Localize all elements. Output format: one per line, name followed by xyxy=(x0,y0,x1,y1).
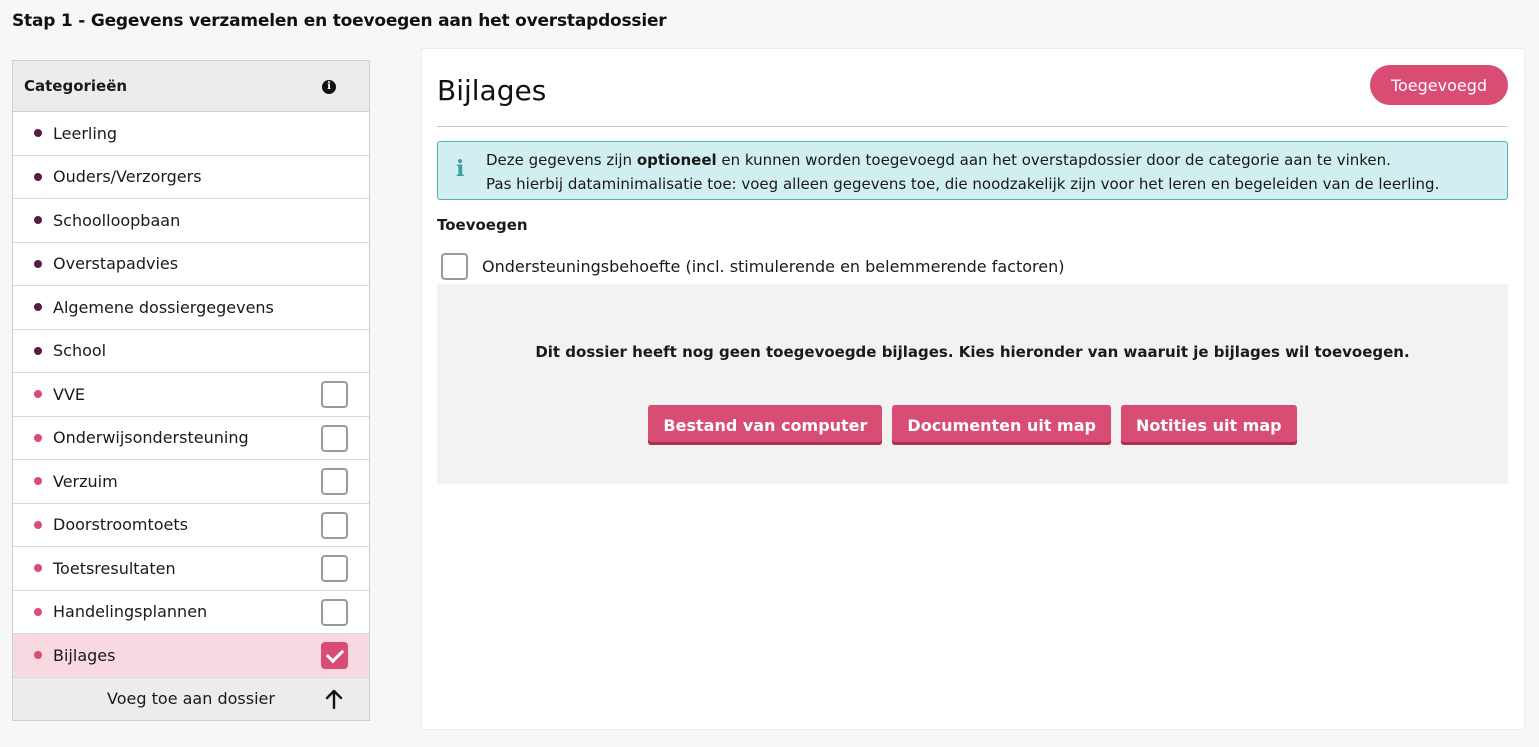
add-to-dossier-label: Voeg toe aan dossier xyxy=(107,689,275,708)
sidebar-item-vve[interactable]: VVE xyxy=(13,373,369,417)
bullet-icon xyxy=(34,607,42,616)
sidebar-list: Leerling Ouders/Verzorgers Schoolloopbaan O… xyxy=(13,112,369,678)
category-checkbox[interactable] xyxy=(321,511,348,539)
sidebar-item-onderwijsondersteuning[interactable]: Onderwijsondersteuning xyxy=(13,417,369,460)
sidebar-item-label: Doorstroomtoets xyxy=(53,515,188,535)
support-needs-option[interactable]: Ondersteuningsbehoefte (incl. stimuleren… xyxy=(441,251,1064,281)
sidebar-item-school[interactable]: School xyxy=(13,330,369,373)
section-title: Bijlages xyxy=(437,74,547,107)
bullet-icon xyxy=(34,216,42,225)
info-icon[interactable]: i xyxy=(322,80,336,94)
documents-from-folder-button[interactable]: Documenten uit map xyxy=(892,405,1111,445)
bullet-icon xyxy=(34,520,42,529)
category-checkbox[interactable] xyxy=(321,381,348,409)
sidebar-header: Categorieën i xyxy=(13,61,369,112)
sidebar-item-label: Overstapadvies xyxy=(53,254,179,274)
sidebar-item-ouders-verzorgers[interactable]: Ouders/Verzorgers xyxy=(13,156,369,199)
sidebar-item-algemene-dossiergegevens[interactable]: Algemene dossiergegevens xyxy=(13,286,369,330)
sidebar-item-label: Bijlages xyxy=(53,645,116,665)
sidebar-item-handelingsplannen[interactable]: Handelingsplannen xyxy=(13,591,369,634)
add-to-dossier-button[interactable]: Voeg toe aan dossier xyxy=(13,677,369,720)
sidebar-item-label: Ouders/Verzorgers xyxy=(53,167,202,187)
bullet-icon xyxy=(34,651,42,660)
category-sidebar: Categorieën i Leerling Ouders/Verzorgers S… xyxy=(12,60,370,721)
sidebar-item-label: Toetsresultaten xyxy=(53,558,176,578)
sidebar-item-overstapadvies[interactable]: Overstapadvies xyxy=(13,243,369,286)
info-icon: i xyxy=(456,156,465,182)
sidebar-item-label: Verzuim xyxy=(53,471,118,491)
attachment-source-buttons: Bestand van computer Documenten uit map … xyxy=(437,405,1508,445)
sidebar-item-label: Onderwijsondersteuning xyxy=(53,428,249,448)
bullet-icon xyxy=(34,172,42,181)
support-needs-checkbox[interactable] xyxy=(441,252,468,280)
sidebar-item-doorstroomtoets[interactable]: Doorstroomtoets xyxy=(13,504,369,547)
bullet-icon xyxy=(34,346,42,355)
info-line-2: Pas hierbij dataminimalisatie toe: voeg … xyxy=(486,175,1440,193)
sidebar-item-label: Leerling xyxy=(53,123,118,143)
sidebar-item-label: Schoolloopbaan xyxy=(53,210,181,230)
bullet-icon xyxy=(34,477,42,486)
support-needs-label: Ondersteuningsbehoefte (incl. stimuleren… xyxy=(482,256,1065,276)
bullet-icon xyxy=(34,303,42,312)
added-status-button[interactable]: Toegevoegd xyxy=(1370,65,1508,105)
category-checkbox[interactable] xyxy=(321,598,348,626)
sidebar-header-label: Categorieën xyxy=(24,77,128,95)
category-checkbox[interactable] xyxy=(321,468,348,496)
category-checkbox[interactable] xyxy=(321,555,348,583)
divider xyxy=(437,126,1508,127)
sidebar-item-toetsresultaten[interactable]: Toetsresultaten xyxy=(13,547,369,591)
sidebar-item-label: School xyxy=(53,341,107,361)
page-title: Stap 1 - Gegevens verzamelen en toevoege… xyxy=(12,11,667,31)
sidebar-item-schoolloopbaan[interactable]: Schoolloopbaan xyxy=(13,199,369,243)
attachments-empty-state: Dit dossier heeft nog geen toegevoegde b… xyxy=(437,284,1508,484)
info-line-1: Deze gegevens zijn optioneel en kunnen w… xyxy=(486,151,1391,169)
category-checkbox[interactable] xyxy=(321,642,348,670)
bullet-icon xyxy=(34,564,42,573)
bullet-icon xyxy=(34,129,42,138)
sidebar-item-verzuim[interactable]: Verzuim xyxy=(13,460,369,504)
main-panel: Bijlages Toegevoegd i Deze gegevens zijn… xyxy=(421,48,1525,730)
category-checkbox[interactable] xyxy=(321,424,348,452)
bullet-icon xyxy=(34,390,42,399)
bullet-icon xyxy=(34,259,42,268)
arrow-up-icon xyxy=(325,689,343,709)
notes-from-folder-button[interactable]: Notities uit map xyxy=(1120,405,1297,445)
sidebar-item-bijlages[interactable]: Bijlages xyxy=(13,634,369,678)
empty-message: Dit dossier heeft nog geen toegevoegde b… xyxy=(535,343,1410,361)
sidebar-item-label: Algemene dossiergegevens xyxy=(53,297,274,317)
info-box: i Deze gegevens zijn optioneel en kunnen… xyxy=(437,141,1508,200)
add-section-label: Toevoegen xyxy=(437,216,528,234)
sidebar-item-leerling[interactable]: Leerling xyxy=(13,112,369,156)
bullet-icon xyxy=(34,433,42,442)
sidebar-item-label: VVE xyxy=(53,384,85,404)
file-from-computer-button[interactable]: Bestand van computer xyxy=(648,405,883,445)
sidebar-item-label: Handelingsplannen xyxy=(53,602,208,622)
